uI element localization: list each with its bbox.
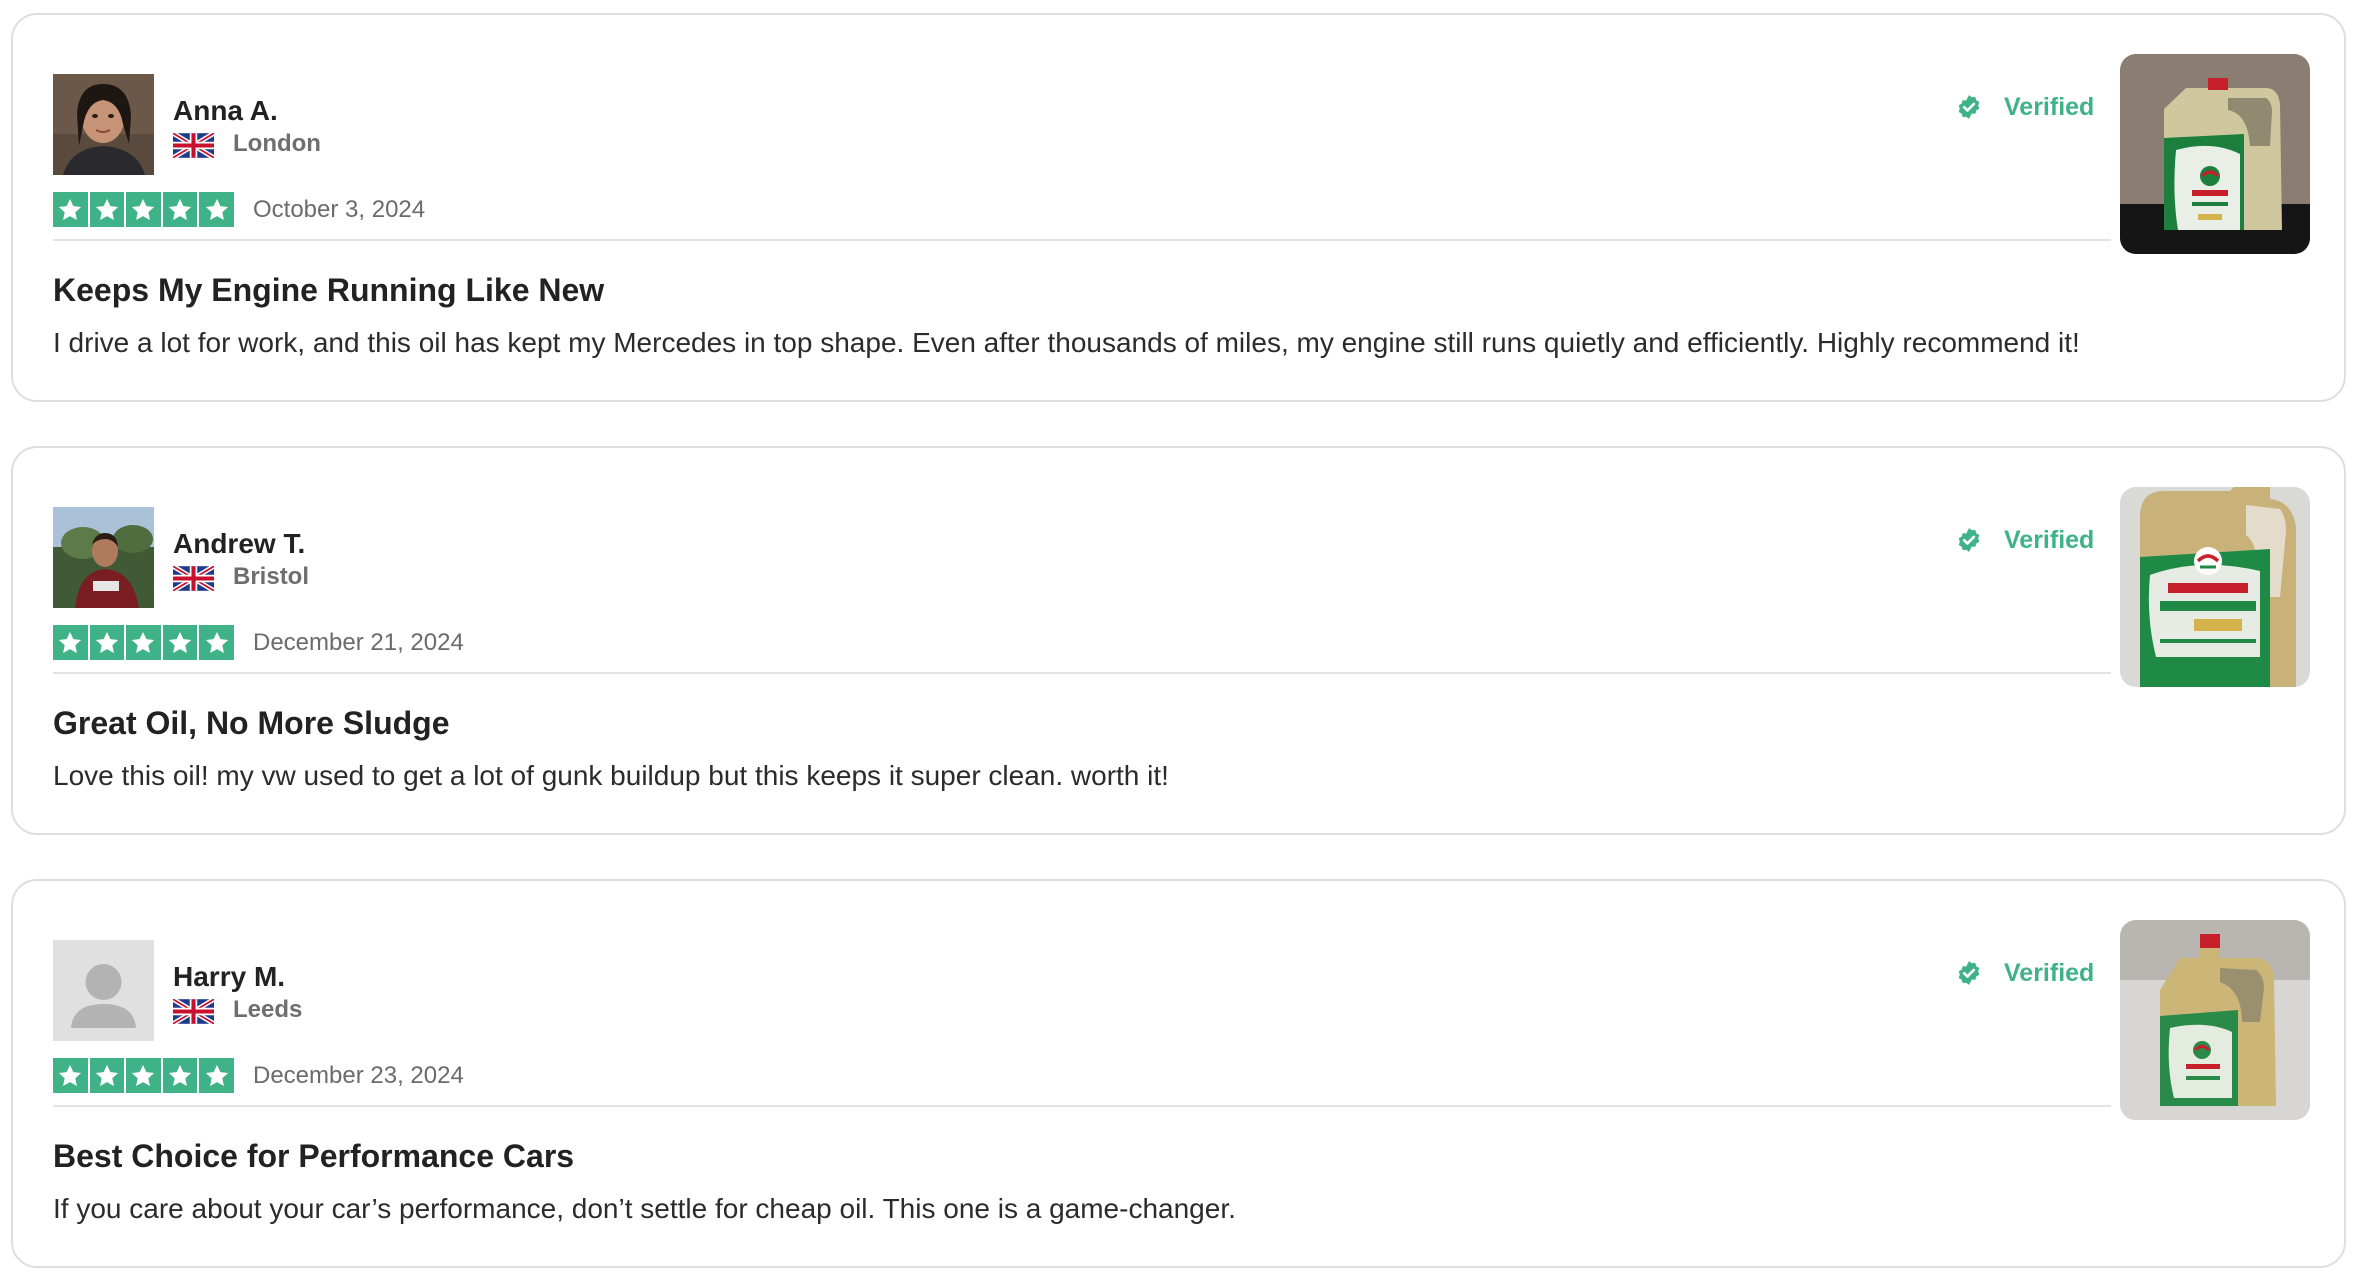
review-body: If you care about your car’s performance… [53, 1193, 1236, 1224]
star-icon [199, 1058, 234, 1093]
review-title: Great Oil, No More Sludge [53, 705, 450, 741]
review-card: Harry M. Leeds December 23, 2024 Verifie… [11, 879, 2346, 1268]
star-icon [162, 625, 198, 660]
review-date: December 23, 2024 [253, 1062, 464, 1089]
review-date: October 3, 2024 [253, 196, 426, 223]
reviews-list: Anna A. London October 3, 2024 Verified … [0, 0, 2360, 1282]
divider [53, 672, 2111, 674]
star-icon [89, 1058, 125, 1093]
reviewer-avatar [53, 507, 154, 608]
verified-label: Verified [2004, 525, 2095, 554]
review-date: December 21, 2024 [253, 629, 464, 656]
product-photo[interactable] [2120, 54, 2310, 254]
star-icon [53, 1058, 88, 1093]
review-card: Anna A. London October 3, 2024 Verified … [11, 13, 2346, 402]
star-icon [162, 192, 198, 227]
reviewer-name: Anna A. [173, 95, 278, 126]
product-photo[interactable] [2120, 920, 2310, 1120]
verified-label: Verified [2004, 92, 2095, 121]
star-icon [53, 192, 88, 227]
uk-flag-icon [173, 999, 214, 1024]
uk-flag-icon [173, 133, 214, 158]
star-icon [89, 192, 125, 227]
verified-badge: Verified [1956, 87, 2094, 127]
star-icon [199, 192, 234, 227]
reviewer-location: Bristol [233, 563, 310, 590]
uk-flag-icon [173, 566, 214, 591]
star-icon [126, 1058, 161, 1093]
star-icon [53, 625, 88, 660]
review-body: Love this oil! my vw used to get a lot o… [53, 760, 1169, 791]
star-rating [53, 192, 234, 227]
reviewer-name: Andrew T. [173, 528, 306, 559]
reviewer-location: Leeds [233, 996, 303, 1023]
verified-label: Verified [2004, 958, 2095, 987]
default-user-icon [53, 940, 154, 1041]
reviewer-avatar [53, 940, 154, 1041]
star-icon [162, 1058, 198, 1093]
divider [53, 239, 2111, 241]
verified-check-icon [1958, 961, 1980, 985]
reviewer-name: Harry M. [173, 961, 286, 992]
review-title: Best Choice for Performance Cars [53, 1138, 575, 1174]
review-card: Andrew T. Bristol December 21, 2024 Veri… [11, 446, 2346, 835]
star-icon [89, 625, 125, 660]
star-rating [53, 1058, 234, 1093]
verified-check-icon [1958, 95, 1980, 119]
star-rating [53, 625, 234, 660]
star-icon [126, 625, 161, 660]
reviewer-location: London [233, 130, 321, 157]
reviewer-avatar [53, 74, 154, 175]
star-icon [126, 192, 161, 227]
divider [53, 1105, 2111, 1107]
product-photo[interactable] [2120, 487, 2310, 687]
review-body: I drive a lot for work, and this oil has… [53, 327, 2080, 358]
verified-badge: Verified [1956, 953, 2094, 993]
verified-badge: Verified [1956, 520, 2094, 560]
verified-check-icon [1958, 528, 1980, 552]
star-icon [199, 625, 234, 660]
review-title: Keeps My Engine Running Like New [53, 272, 605, 308]
